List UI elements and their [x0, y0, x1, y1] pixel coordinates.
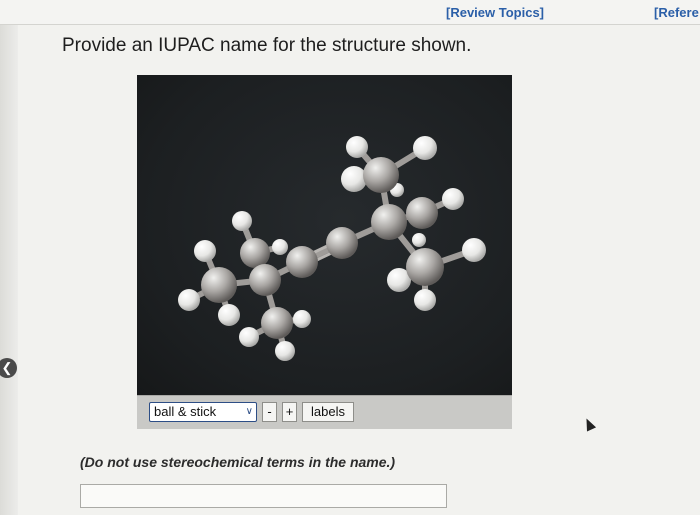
molecule-model — [178, 136, 486, 361]
chevron-down-icon: ∨ — [245, 406, 253, 417]
review-topics-link[interactable]: [Review Topics] — [446, 5, 544, 20]
answer-input[interactable] — [80, 484, 447, 508]
display-mode-select[interactable]: ball & stick ∨ — [149, 402, 257, 422]
display-mode-value: ball & stick — [154, 404, 217, 419]
chevron-left-icon: ❮ — [1, 360, 13, 375]
references-link[interactable]: [Refere — [654, 5, 699, 20]
zoom-in-button[interactable]: + — [282, 402, 297, 422]
viewer-controls: ball & stick ∨ - + labels — [137, 395, 512, 429]
molecule-viewer[interactable] — [137, 75, 512, 395]
labels-button[interactable]: labels — [302, 402, 354, 422]
top-bar: [Review Topics] [Refere — [0, 0, 700, 25]
left-panel-edge — [0, 25, 20, 515]
zoom-out-button[interactable]: - — [262, 402, 277, 422]
instruction-note: (Do not use stereochemical terms in the … — [80, 454, 396, 470]
question-text: Provide an IUPAC name for the structure … — [62, 35, 472, 56]
